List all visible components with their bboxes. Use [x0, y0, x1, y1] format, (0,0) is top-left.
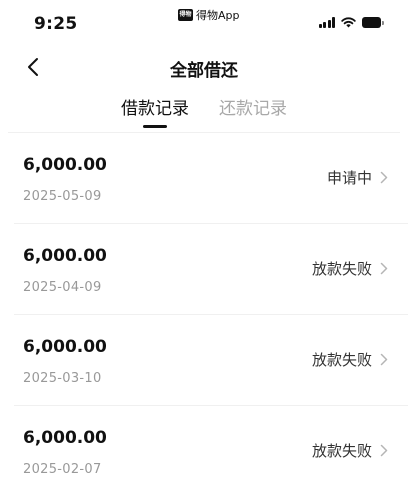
record-date: 2025-03-10	[23, 371, 102, 386]
tab-loan-records[interactable]: 借款记录	[119, 94, 191, 130]
nav-bar: 全部借还	[0, 48, 408, 88]
record-status: 放款失败	[312, 258, 388, 279]
record-amount: 6,000.00	[23, 428, 107, 448]
record-status-text: 申请中	[326, 169, 372, 187]
chevron-right-icon	[380, 171, 388, 184]
record-status: 放款失败	[312, 349, 388, 370]
record-amount: 6,000.00	[23, 155, 107, 175]
record-status-text: 放款失败	[311, 260, 372, 278]
list-item[interactable]: 6,000.00 2025-02-07 放款失败	[0, 406, 408, 497]
chevron-right-icon	[380, 353, 388, 366]
source-app-indicator[interactable]: 得物 得物App	[178, 7, 240, 23]
record-date: 2025-04-09	[23, 280, 102, 295]
app-badge-icon: 得物	[178, 9, 193, 21]
record-status: 放款失败	[312, 440, 388, 461]
tab-active-indicator	[143, 125, 167, 128]
status-time: 9:25	[34, 14, 78, 34]
record-status: 申请中	[327, 167, 388, 188]
tab-repayment-records[interactable]: 还款记录	[217, 94, 289, 130]
record-date: 2025-02-07	[23, 462, 102, 477]
record-date: 2025-05-09	[23, 189, 102, 204]
source-app-name: 得物App	[196, 9, 240, 22]
page-title: 全部借还	[170, 61, 238, 81]
tab-label: 借款记录	[121, 99, 189, 119]
wifi-icon	[341, 17, 356, 28]
chevron-right-icon	[380, 444, 388, 457]
record-status-text: 放款失败	[311, 442, 372, 460]
record-amount: 6,000.00	[23, 337, 107, 357]
record-list: 6,000.00 2025-05-09 申请中 6,000.00 2025-04…	[0, 133, 408, 497]
record-amount: 6,000.00	[23, 246, 107, 266]
list-item[interactable]: 6,000.00 2025-05-09 申请中	[0, 133, 408, 224]
chevron-right-icon	[380, 262, 388, 275]
list-item[interactable]: 6,000.00 2025-03-10 放款失败	[0, 315, 408, 406]
screen: 9:25 得物 得物App 全部借还 借款记录 还款记录 6,000.00 20…	[0, 0, 408, 499]
record-status-text: 放款失败	[311, 351, 372, 369]
signal-icon	[318, 17, 335, 28]
list-item[interactable]: 6,000.00 2025-04-09 放款失败	[0, 224, 408, 315]
status-bar: 9:25 得物 得物App	[0, 0, 408, 44]
battery-icon	[362, 17, 384, 28]
status-icons	[318, 17, 384, 28]
tab-label: 还款记录	[219, 99, 287, 119]
tab-bar: 借款记录 还款记录	[0, 94, 408, 130]
